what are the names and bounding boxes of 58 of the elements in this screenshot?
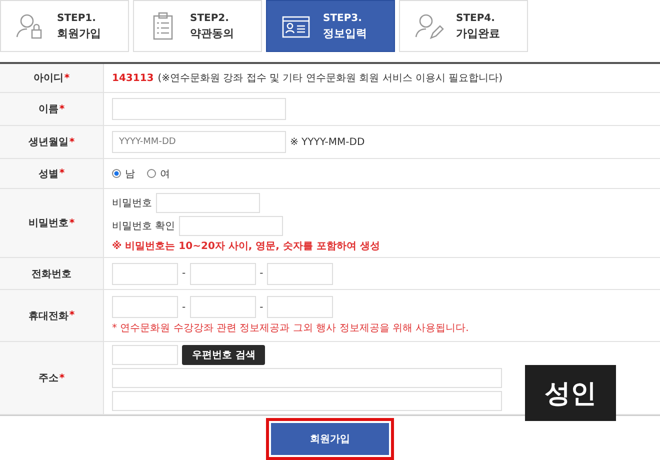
phone-input[interactable]: [190, 262, 256, 284]
birth-date-input[interactable]: YYYY-MM-DD: [112, 131, 286, 153]
step-tab[interactable]: STEP3. 정보입력: [266, 0, 395, 52]
adult-badge: 성인: [525, 365, 616, 421]
step-tab[interactable]: STEP2. 약관동의: [133, 0, 262, 52]
id-note: (※연수문화원 강좌 접수 및 기타 연수문화원 회원 서비스 이용시 필요합니다): [158, 72, 503, 85]
signup-button[interactable]: 회원가입: [269, 421, 391, 457]
separator: -: [260, 268, 264, 279]
field-label: 생년월일*: [0, 126, 104, 158]
step-number: STEP1.: [57, 12, 97, 26]
phone-input[interactable]: [112, 262, 178, 284]
field-label: 이름*: [0, 93, 104, 125]
radio-button[interactable]: [147, 169, 156, 178]
required-mark: *: [59, 104, 65, 114]
step-number: STEP4.: [456, 12, 496, 26]
field-label: 비밀번호 확인: [112, 220, 176, 233]
required-mark: *: [59, 372, 65, 384]
required-mark: *: [69, 136, 75, 148]
password-input[interactable]: [156, 193, 260, 213]
step-title: 회원가입: [57, 26, 101, 41]
phone-input[interactable]: [190, 296, 256, 318]
step-title: 약관동의: [190, 26, 234, 41]
field-label: 아이디*: [0, 64, 104, 92]
field-label: 휴대전화*: [0, 290, 104, 341]
step-tab[interactable]: STEP4. 가입완료: [399, 0, 528, 52]
field-label: 성별*: [0, 159, 104, 188]
field-label: 비밀번호*: [0, 189, 104, 257]
required-mark: *: [69, 218, 75, 228]
phone-note: * 연수문화원 수강강좌 관련 정보제공과 그외 행사 정보제공을 위해 사용됩니다.: [112, 322, 470, 335]
required-mark: *: [69, 310, 75, 321]
phone-input[interactable]: [112, 296, 178, 318]
radio-button[interactable]: [112, 169, 121, 178]
required-mark: *: [64, 72, 70, 84]
name-input[interactable]: [112, 98, 286, 120]
field-label: 주소*: [0, 342, 104, 414]
member-id: 143113: [112, 72, 154, 84]
phone-input[interactable]: [267, 262, 334, 284]
zip-code-input[interactable]: [112, 345, 178, 365]
address-detail-input[interactable]: [112, 391, 502, 411]
separator: -: [182, 302, 186, 312]
zip-search-button[interactable]: 우편번호 검색: [182, 345, 266, 365]
step-title: 가입완료: [456, 26, 500, 41]
phone-input[interactable]: [267, 296, 334, 318]
password-input[interactable]: [179, 216, 284, 236]
step-number: STEP3.: [323, 12, 363, 26]
step-number: STEP2.: [190, 12, 230, 26]
address-input[interactable]: [112, 368, 502, 388]
radio-label: 남: [125, 168, 135, 180]
radio-label: 여: [160, 168, 170, 180]
separator: -: [260, 302, 264, 312]
step-tab[interactable]: STEP1. 회원가입: [0, 0, 129, 52]
password-rule: ※ 비밀번호는 10~20자 사이, 영문, 숫자를 포함하여 생성: [112, 240, 381, 253]
step-title: 정보입력: [323, 26, 367, 41]
required-mark: *: [59, 168, 65, 179]
field-label: 전화번호: [0, 258, 104, 289]
date-format-hint: ※ YYYY-MM-DD: [290, 136, 365, 148]
field-label: 비밀번호: [112, 197, 152, 210]
separator: -: [182, 268, 186, 279]
